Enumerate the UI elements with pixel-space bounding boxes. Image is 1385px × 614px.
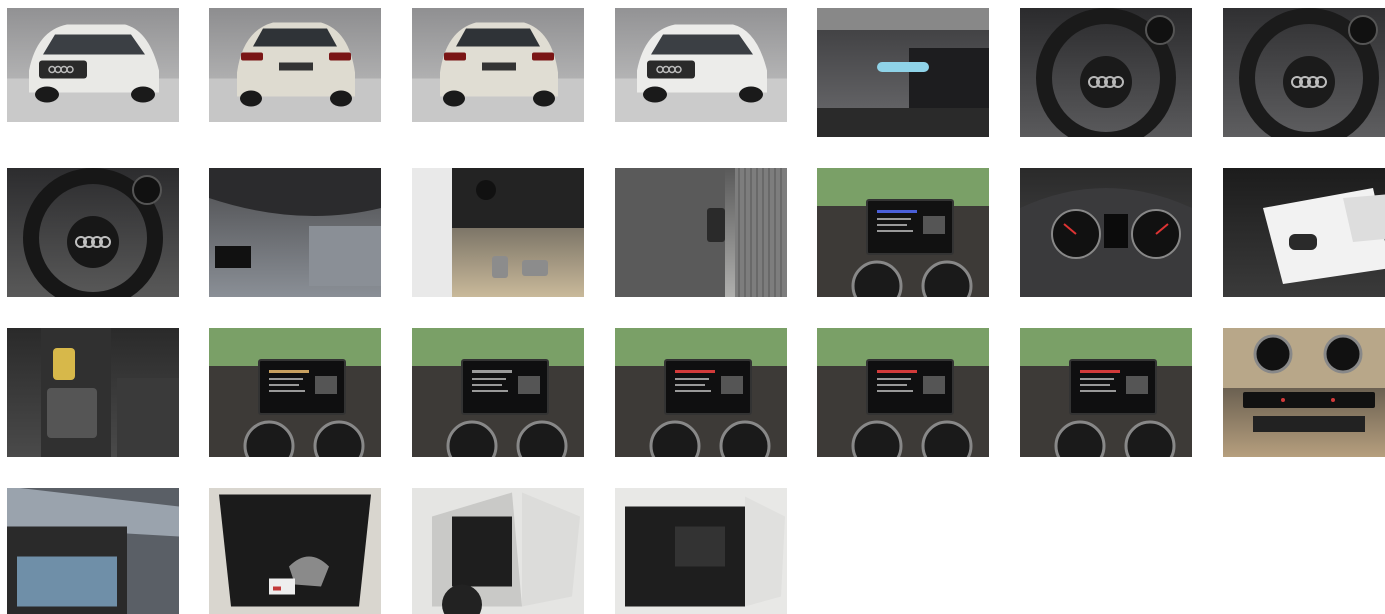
photo-thumbnail-open-tailgate[interactable] — [7, 488, 179, 614]
photo-thumbnail-footwell-pedals[interactable] — [412, 168, 584, 297]
photo-thumbnail-dashboard-screen-closeup[interactable] — [817, 8, 989, 137]
photo-thumbnail-door-panel[interactable] — [615, 168, 787, 297]
photo-thumbnail-steering-wheel[interactable] — [7, 168, 179, 297]
photo-thumbnail-keys-and-papers[interactable] — [1223, 168, 1385, 297]
photo-thumbnail-trunk-interior[interactable] — [209, 488, 381, 614]
photo-thumbnail-front-door-open[interactable] — [615, 488, 787, 614]
photo-thumbnail-climate-controls[interactable] — [1223, 328, 1385, 457]
photo-thumbnail-rear-door-open[interactable] — [412, 488, 584, 614]
photo-thumbnail-steering-wheel[interactable] — [1020, 8, 1192, 137]
photo-thumbnail-car-rear-studio[interactable] — [412, 8, 584, 122]
photo-thumbnail-car-front-studio[interactable] — [7, 8, 179, 122]
photo-thumbnail-infotainment-screen[interactable] — [1020, 328, 1192, 457]
photo-thumbnail-infotainment-screen[interactable] — [209, 328, 381, 457]
photo-thumbnail-infotainment-screen[interactable] — [817, 168, 989, 297]
photo-thumbnail-car-front-studio[interactable] — [615, 8, 787, 122]
photo-thumbnail-instrument-cluster[interactable] — [1020, 168, 1192, 297]
photo-thumbnail-car-rear-studio[interactable] — [209, 8, 381, 122]
photo-thumbnail-gear-shifter[interactable] — [7, 328, 179, 457]
photo-thumbnail-infotainment-screen[interactable] — [412, 328, 584, 457]
photo-gallery-grid — [0, 0, 1385, 614]
photo-thumbnail-steering-wheel[interactable] — [1223, 8, 1385, 137]
photo-thumbnail-interior-headliner[interactable] — [209, 168, 381, 297]
photo-thumbnail-infotainment-screen[interactable] — [615, 328, 787, 457]
photo-thumbnail-infotainment-screen[interactable] — [817, 328, 989, 457]
